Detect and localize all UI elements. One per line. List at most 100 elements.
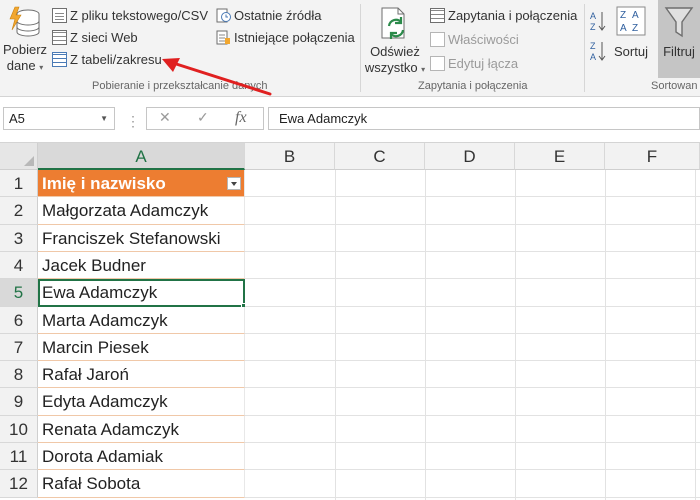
table-cell[interactable]: Edyta Adamczyk [38, 388, 245, 416]
gridline [245, 306, 700, 307]
row-header-3[interactable]: 3 [0, 225, 38, 252]
clock-icon [216, 8, 231, 22]
column-header-d[interactable]: D [425, 143, 515, 170]
row-header-4[interactable]: 4 [0, 252, 38, 279]
cell-text: Rafał Jaroń [42, 365, 129, 384]
gridline [245, 469, 700, 470]
from-text-csv-button[interactable]: Z pliku tekstowego/CSV [52, 6, 208, 24]
link-icon [430, 55, 445, 71]
row-header-1[interactable]: 1 [0, 170, 38, 197]
gridline [245, 333, 700, 334]
column-header-a[interactable]: A [38, 143, 245, 170]
row-header-2[interactable]: 2 [0, 197, 38, 225]
chevron-down-icon: ▾ [39, 63, 44, 72]
row-header-7[interactable]: 7 [0, 334, 38, 361]
cell-text: Marcin Piesek [42, 338, 149, 357]
gridline [245, 251, 700, 252]
table-cell[interactable]: Marcin Piesek [38, 334, 245, 361]
column-header-e[interactable]: E [515, 143, 605, 170]
svg-text:A: A [620, 23, 627, 34]
table-cell[interactable]: Marta Adamczyk [38, 307, 245, 334]
database-lightning-icon [9, 6, 40, 37]
gridline [245, 442, 700, 443]
svg-text:Z: Z [590, 41, 596, 51]
row-header-12[interactable]: 12 [0, 470, 38, 498]
column-header-f[interactable]: F [605, 143, 700, 170]
cell-text: Marta Adamczyk [42, 311, 168, 330]
group-label-sort-filter: Sortowan [651, 80, 698, 92]
column-header-c[interactable]: C [335, 143, 425, 170]
drag-handle-icon[interactable]: ⋮ [126, 113, 140, 130]
gridline [245, 278, 700, 279]
filter-dropdown-icon[interactable] [227, 177, 241, 190]
ribbon-separator [360, 4, 361, 92]
existing-connections-button[interactable]: Istniejące połączenia [216, 28, 355, 46]
spreadsheet-grid: A B C D E F 1 Imię i nazwisko 2 Małgorzata … [0, 143, 700, 500]
refresh-icon [381, 7, 405, 39]
name-box[interactable]: A5 ▼ [3, 107, 115, 130]
table-cell[interactable]: Małgorzata Adamczyk [38, 197, 245, 225]
sort-za-icon[interactable]: Z A [590, 40, 606, 62]
sort-label: Sortuj [614, 44, 648, 59]
svg-text:Z: Z [632, 23, 638, 34]
cancel-icon[interactable]: ✕ [159, 109, 171, 126]
table-cell[interactable]: Ewa Adamczyk [38, 279, 245, 307]
filter-button[interactable]: Filtruj [658, 0, 700, 78]
group-label-queries: Zapytania i połączenia [418, 80, 528, 92]
name-box-value: A5 [9, 111, 25, 126]
table-cell[interactable]: Renata Adamczyk [38, 416, 245, 443]
column-header-b[interactable]: B [245, 143, 335, 170]
table-cell[interactable]: Rafał Jaroń [38, 361, 245, 388]
sort-dialog-icon: Z A A Z [616, 6, 646, 36]
recent-sources-button[interactable]: Ostatnie źródła [216, 6, 321, 24]
table-cell[interactable]: Dorota Adamiak [38, 443, 245, 470]
cell-text: Małgorzata Adamczyk [42, 201, 209, 220]
enter-icon[interactable]: ✓ [197, 109, 209, 126]
cell-text: Imię i nazwisko [42, 174, 166, 193]
row-header-6[interactable]: 6 [0, 307, 38, 334]
formula-buttons: ✕ ✓ fx [146, 107, 264, 130]
cell-text: Jacek Budner [42, 256, 146, 275]
insert-function-icon[interactable]: fx [235, 109, 247, 127]
sort-button[interactable]: Z A A Z Sortuj [612, 4, 650, 64]
chevron-down-icon: ▾ [421, 65, 426, 74]
gridline [245, 360, 700, 361]
connections-icon [216, 30, 230, 44]
row-header-10[interactable]: 10 [0, 416, 38, 443]
cell-text: Dorota Adamiak [42, 447, 163, 466]
row-header-8[interactable]: 8 [0, 361, 38, 388]
get-data-button[interactable]: Pobierz dane ▾ [2, 4, 48, 78]
cell-text: Renata Adamczyk [42, 420, 180, 439]
cell-text: Rafał Sobota [42, 474, 141, 493]
svg-text:A: A [590, 52, 596, 62]
chevron-down-icon[interactable]: ▼ [100, 108, 108, 129]
web-icon [52, 29, 67, 45]
queries-connections-button[interactable]: Zapytania i połączenia [430, 6, 577, 24]
gridline [245, 387, 700, 388]
properties-button[interactable]: Właściwości [430, 30, 519, 48]
table-cell[interactable]: Jacek Budner [38, 252, 245, 279]
cell-text: Ewa Adamczyk [42, 283, 158, 302]
row-header-9[interactable]: 9 [0, 388, 38, 416]
gridline [515, 170, 516, 500]
select-all-corner[interactable] [0, 143, 38, 170]
table-header-cell[interactable]: Imię i nazwisko [38, 170, 245, 197]
svg-text:Z: Z [590, 22, 596, 32]
row-header-5[interactable]: 5 [0, 279, 38, 307]
table-cell[interactable]: Franciszek Stefanowski [38, 225, 245, 252]
gridline [245, 224, 700, 225]
properties-icon [430, 31, 445, 47]
gridline [245, 415, 700, 416]
gridline [695, 170, 696, 500]
filter-label: Filtruj [663, 44, 695, 59]
table-cell[interactable]: Rafał Sobota [38, 470, 245, 498]
text-file-icon [52, 7, 67, 23]
gridline [605, 170, 606, 500]
refresh-all-button[interactable]: Odśwież wszystko ▾ [364, 4, 426, 78]
from-web-button[interactable]: Z sieci Web [52, 28, 138, 46]
edit-links-button[interactable]: Edytuj łącza [430, 54, 518, 72]
sort-az-icon[interactable]: A Z [590, 10, 606, 32]
row-header-11[interactable]: 11 [0, 443, 38, 470]
formula-input[interactable]: Ewa Adamczyk [268, 107, 700, 130]
from-table-range-button[interactable]: Z tabeli/zakresu [52, 50, 162, 68]
